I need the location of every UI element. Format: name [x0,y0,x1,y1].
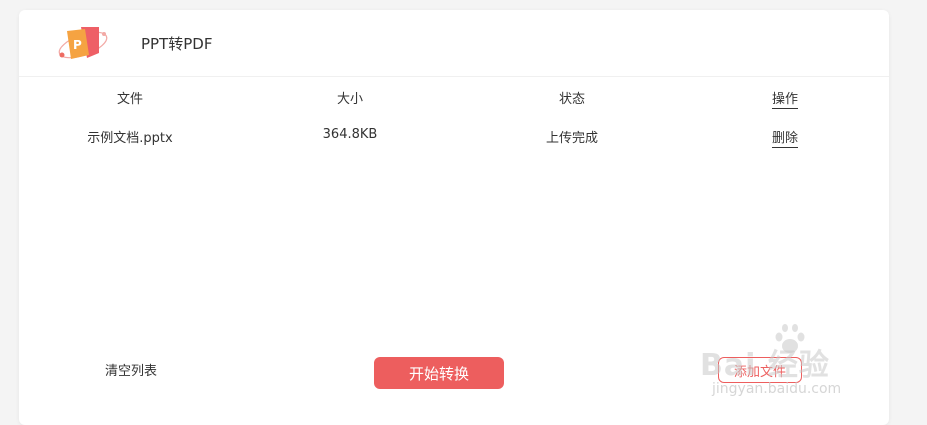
clear-list-button[interactable]: 清空列表 [105,360,157,379]
file-size-cell: 364.8KB [322,127,378,142]
column-header-action: 操作 [771,88,799,109]
file-name-cell: 示例文档.pptx [87,131,173,146]
column-header-file: 文件 [116,92,144,107]
file-status-cell: 上传完成 [545,131,599,146]
column-header-size: 大小 [336,92,364,107]
column-header-status: 状态 [558,92,586,107]
watermark-url: jingyan.baidu.com [712,381,842,397]
svg-text:P: P [73,38,82,52]
watermark-brand: Bai 经验 [700,348,830,383]
page-title: PPT转PDF [141,35,213,53]
delete-link[interactable]: 删除 [771,127,799,148]
ppt-to-pdf-logo-icon: P [58,27,108,59]
start-convert-button[interactable]: 开始转换 [374,357,504,389]
panel-header: P PPT转PDF [19,10,889,77]
